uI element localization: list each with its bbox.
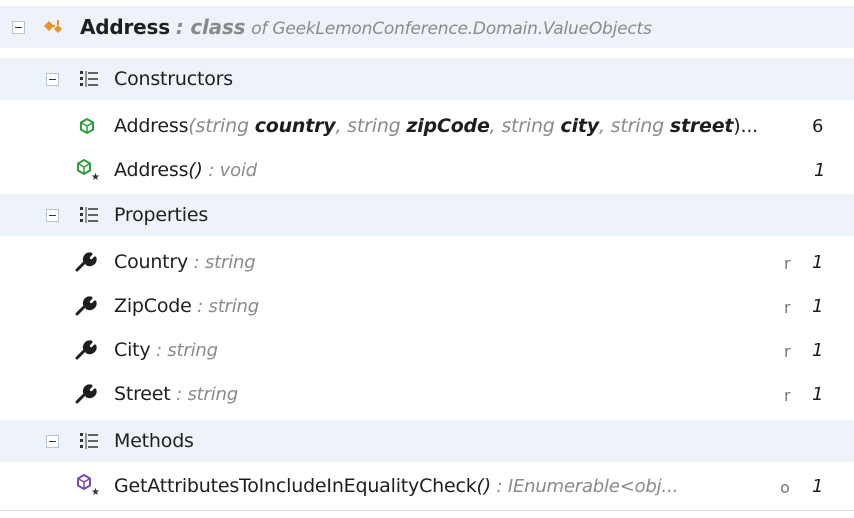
usage-count: 1 <box>814 160 826 181</box>
property-row[interactable]: ZipCode : string r 1 <box>0 284 854 328</box>
collapse-toggle[interactable] <box>46 209 59 222</box>
usage-count: 1 <box>812 252 824 273</box>
group-methods[interactable]: Methods <box>0 420 854 462</box>
members-list-icon <box>78 68 100 90</box>
constructor-icon <box>77 116 97 136</box>
usage-count: 1 <box>812 384 824 405</box>
constructor-row[interactable]: ★ Address() : void 1 <box>0 148 854 192</box>
readonly-flag: r <box>784 342 791 361</box>
param-name: country <box>254 115 336 137</box>
collapse-toggle[interactable] <box>46 435 59 448</box>
method-row[interactable]: ★ GetAttributesToIncludeInEqualityCheck(… <box>0 464 854 508</box>
member-name: Address <box>114 159 189 181</box>
member-name: Street <box>114 383 171 405</box>
method-icon: ★ <box>74 473 100 497</box>
param-name: zipCode <box>406 115 490 137</box>
members-list-icon <box>78 204 100 226</box>
property-type: : string <box>191 296 259 317</box>
property-signature: Street : string <box>114 383 238 405</box>
wrench-icon <box>74 382 98 406</box>
group-label: Methods <box>114 430 194 452</box>
property-row[interactable]: Street : string r 1 <box>0 372 854 416</box>
readonly-flag: r <box>784 298 791 317</box>
class-kind: : class <box>175 15 246 39</box>
group-label: Properties <box>114 204 209 226</box>
override-flag: o <box>780 478 790 497</box>
constructor-row[interactable]: Address(string country, string zipCode, … <box>0 104 854 148</box>
property-type: : string <box>188 252 256 273</box>
usage-count: 6 <box>812 116 824 137</box>
property-signature: Country : string <box>114 251 255 273</box>
constructor-signature: Address() : void <box>114 159 257 181</box>
usage-count: 1 <box>812 296 824 317</box>
param-type: (string <box>188 115 255 137</box>
class-title: Address : class of GeekLemonConference.D… <box>80 15 652 39</box>
property-signature: City : string <box>114 339 218 361</box>
member-name: GetAttributesToIncludeInEqualityCheck <box>114 475 477 497</box>
member-name: City <box>114 339 151 361</box>
method-signature: GetAttributesToIncludeInEqualityCheck() … <box>114 475 678 497</box>
svg-text:★: ★ <box>91 487 100 497</box>
wrench-icon <box>74 338 98 362</box>
return-type: : void <box>202 160 257 181</box>
readonly-flag: r <box>784 386 791 405</box>
param-name: street <box>669 115 734 137</box>
constructor-signature: Address(string country, string zipCode, … <box>114 115 758 137</box>
return-type: : IEnumerable<obj... <box>490 476 678 497</box>
member-name: Country <box>114 251 189 273</box>
wrench-icon <box>74 250 98 274</box>
property-row[interactable]: City : string r 1 <box>0 328 854 372</box>
property-signature: ZipCode : string <box>114 295 259 317</box>
class-header-row[interactable]: Address : class of GeekLemonConference.D… <box>0 6 854 48</box>
group-constructors[interactable]: Constructors <box>0 58 854 100</box>
class-icon <box>42 17 70 37</box>
member-name: ZipCode <box>114 295 192 317</box>
usage-count: 1 <box>812 340 824 361</box>
collapse-toggle[interactable] <box>12 21 25 34</box>
static-constructor-icon: ★ <box>74 158 100 182</box>
class-member-tree: Address : class of GeekLemonConference.D… <box>0 0 854 518</box>
property-row[interactable]: Country : string r 1 <box>0 240 854 284</box>
readonly-flag: r <box>784 254 791 273</box>
wrench-icon <box>74 294 98 318</box>
members-list-icon <box>78 430 100 452</box>
bottom-divider <box>0 510 854 511</box>
property-type: : string <box>170 384 238 405</box>
svg-text:★: ★ <box>91 172 100 182</box>
class-name: Address <box>80 15 170 39</box>
param-name: city <box>560 115 600 137</box>
group-properties[interactable]: Properties <box>0 194 854 236</box>
class-namespace: of GeekLemonConference.Domain.ValueObjec… <box>251 19 652 39</box>
member-name: Address <box>114 115 189 137</box>
group-label: Constructors <box>114 68 233 90</box>
collapse-toggle[interactable] <box>46 73 59 86</box>
property-type: : string <box>150 340 218 361</box>
usage-count: 1 <box>812 476 824 497</box>
